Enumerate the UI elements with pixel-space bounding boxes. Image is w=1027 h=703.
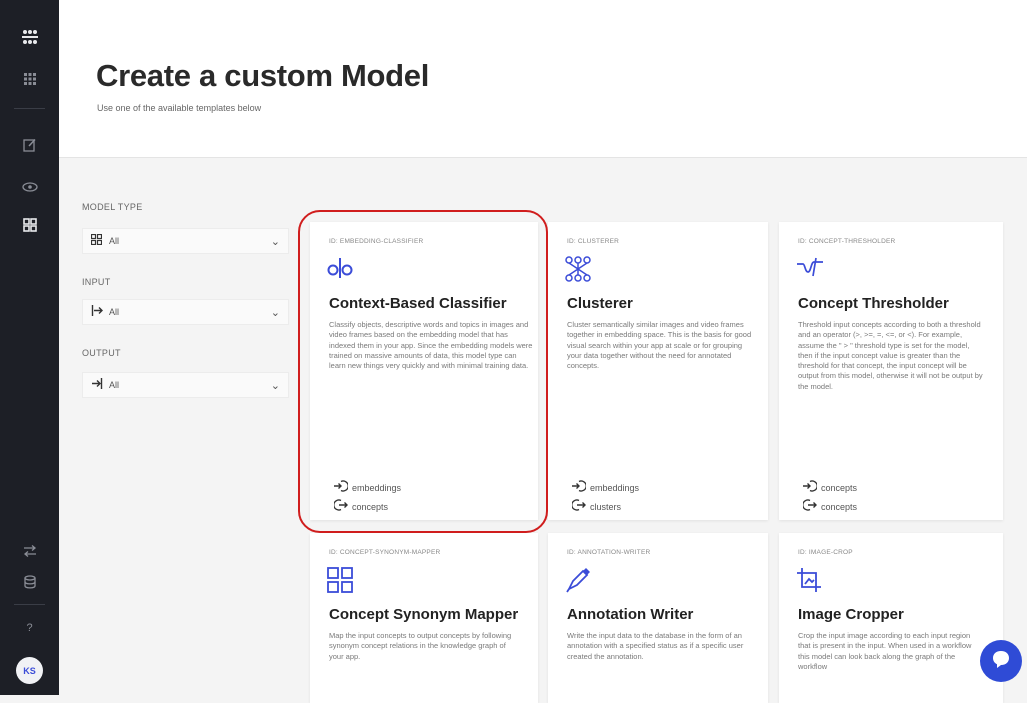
output-select[interactable]: All ⌄	[82, 372, 289, 398]
page-subtitle: Use one of the available templates below	[97, 103, 262, 113]
rail-divider	[14, 604, 45, 605]
input-filter-icon	[91, 305, 105, 319]
card-output-label: clusters	[590, 501, 622, 512]
card-output: concepts	[333, 499, 389, 514]
model-card-context-classifier[interactable]: ID: EMBEDDING-CLASSIFIER Context-Based C…	[310, 222, 538, 520]
card-title: Concept Thresholder	[798, 295, 949, 312]
chevron-down-icon: ⌄	[270, 379, 280, 392]
card-description: Threshold input concepts according to bo…	[798, 320, 983, 391]
apps-grid-icon[interactable]	[0, 65, 59, 93]
models-icon[interactable]	[0, 211, 59, 239]
model-card-image-cropper[interactable]: ID: IMAGE-CROP Image Cropper Crop the in…	[779, 533, 1003, 703]
output-filter-icon	[91, 378, 105, 392]
card-input-label: embeddings	[590, 482, 640, 493]
chat-button[interactable]	[980, 640, 1022, 682]
threshold-icon	[796, 256, 826, 284]
model-type-label: MODEL TYPE	[82, 202, 143, 212]
logo-icon[interactable]	[0, 23, 59, 51]
model-card-annotation-writer[interactable]: ID: ANNOTATION-WRITER Annotation Writer …	[548, 533, 768, 703]
card-output-label: concepts	[821, 501, 858, 512]
card-output: clusters	[571, 499, 622, 514]
card-output: concepts	[802, 499, 858, 514]
crop-icon	[796, 567, 826, 595]
model-type-value: All	[109, 236, 120, 246]
input-icon	[334, 480, 352, 495]
card-id: ID: CLUSTERER	[567, 238, 620, 245]
card-description: Crop the input image according to each i…	[798, 631, 972, 671]
input-icon	[572, 480, 590, 495]
input-value: All	[109, 307, 120, 317]
page-title: Create a custom Model	[96, 58, 430, 93]
card-id: ID: IMAGE-CROP	[798, 549, 853, 556]
card-title: Clusterer	[567, 295, 633, 312]
card-title: Image Cropper	[798, 606, 904, 623]
model-type-icon	[90, 233, 105, 248]
card-title: Context-Based Classifier	[329, 295, 507, 312]
card-id: ID: ANNOTATION-WRITER	[567, 549, 651, 556]
chevron-down-icon: ⌄	[270, 306, 280, 319]
output-icon	[802, 499, 821, 514]
card-input-label: embeddings	[352, 482, 402, 493]
output-label: OUTPUT	[82, 348, 121, 358]
output-value: All	[109, 380, 120, 390]
model-card-clusterer[interactable]: ID: CLUSTERER Clusterer Cluster semantic…	[548, 222, 768, 520]
chat-icon	[991, 649, 1011, 674]
card-id: ID: CONCEPT-THRESHOLDER	[798, 238, 896, 245]
model-card-concept-synonym-mapper[interactable]: ID: CONCEPT-SYNONYM-MAPPER Concept Synon…	[310, 533, 538, 703]
card-description: Cluster semantically similar images and …	[567, 320, 752, 371]
cluster-icon	[565, 256, 595, 284]
avatar[interactable]: KS	[16, 657, 43, 684]
swap-icon[interactable]	[0, 537, 59, 565]
card-input: embeddings	[334, 480, 401, 495]
card-title: Concept Synonym Mapper	[329, 606, 519, 623]
card-input: concepts	[803, 480, 857, 495]
card-input: embeddings	[572, 480, 639, 495]
left-rail: ? KS	[0, 0, 59, 695]
card-id: ID: CONCEPT-SYNONYM-MAPPER	[329, 549, 441, 556]
card-id: ID: EMBEDDING-CLASSIFIER	[329, 238, 424, 245]
edit-icon[interactable]	[0, 131, 59, 159]
chevron-down-icon: ⌄	[270, 235, 280, 248]
card-description: Write the input data to the database in …	[567, 631, 744, 661]
eye-icon[interactable]	[0, 173, 59, 201]
input-icon	[803, 480, 821, 495]
output-icon	[333, 499, 352, 514]
card-title: Annotation Writer	[567, 606, 694, 623]
pen-icon	[565, 567, 595, 595]
card-description: Map the input concepts to output concept…	[329, 631, 512, 661]
card-output-label: concepts	[352, 501, 389, 512]
input-select[interactable]: All ⌄	[82, 299, 289, 325]
card-input-label: concepts	[821, 482, 858, 493]
model-type-select[interactable]: All ⌄	[82, 228, 289, 254]
input-label: INPUT	[82, 277, 111, 287]
database-icon[interactable]	[0, 568, 59, 596]
synonym-grid-icon	[327, 567, 357, 595]
output-icon	[571, 499, 590, 514]
page-header: Create a custom Model Use one of the ava…	[59, 0, 1027, 158]
help-icon[interactable]: ?	[0, 614, 59, 642]
rail-divider	[14, 108, 45, 109]
model-card-concept-thresholder[interactable]: ID: CONCEPT-THRESHOLDER Concept Threshol…	[779, 222, 1003, 520]
card-description: Classify objects, descriptive words and …	[329, 320, 533, 371]
classifier-icon	[327, 256, 357, 284]
